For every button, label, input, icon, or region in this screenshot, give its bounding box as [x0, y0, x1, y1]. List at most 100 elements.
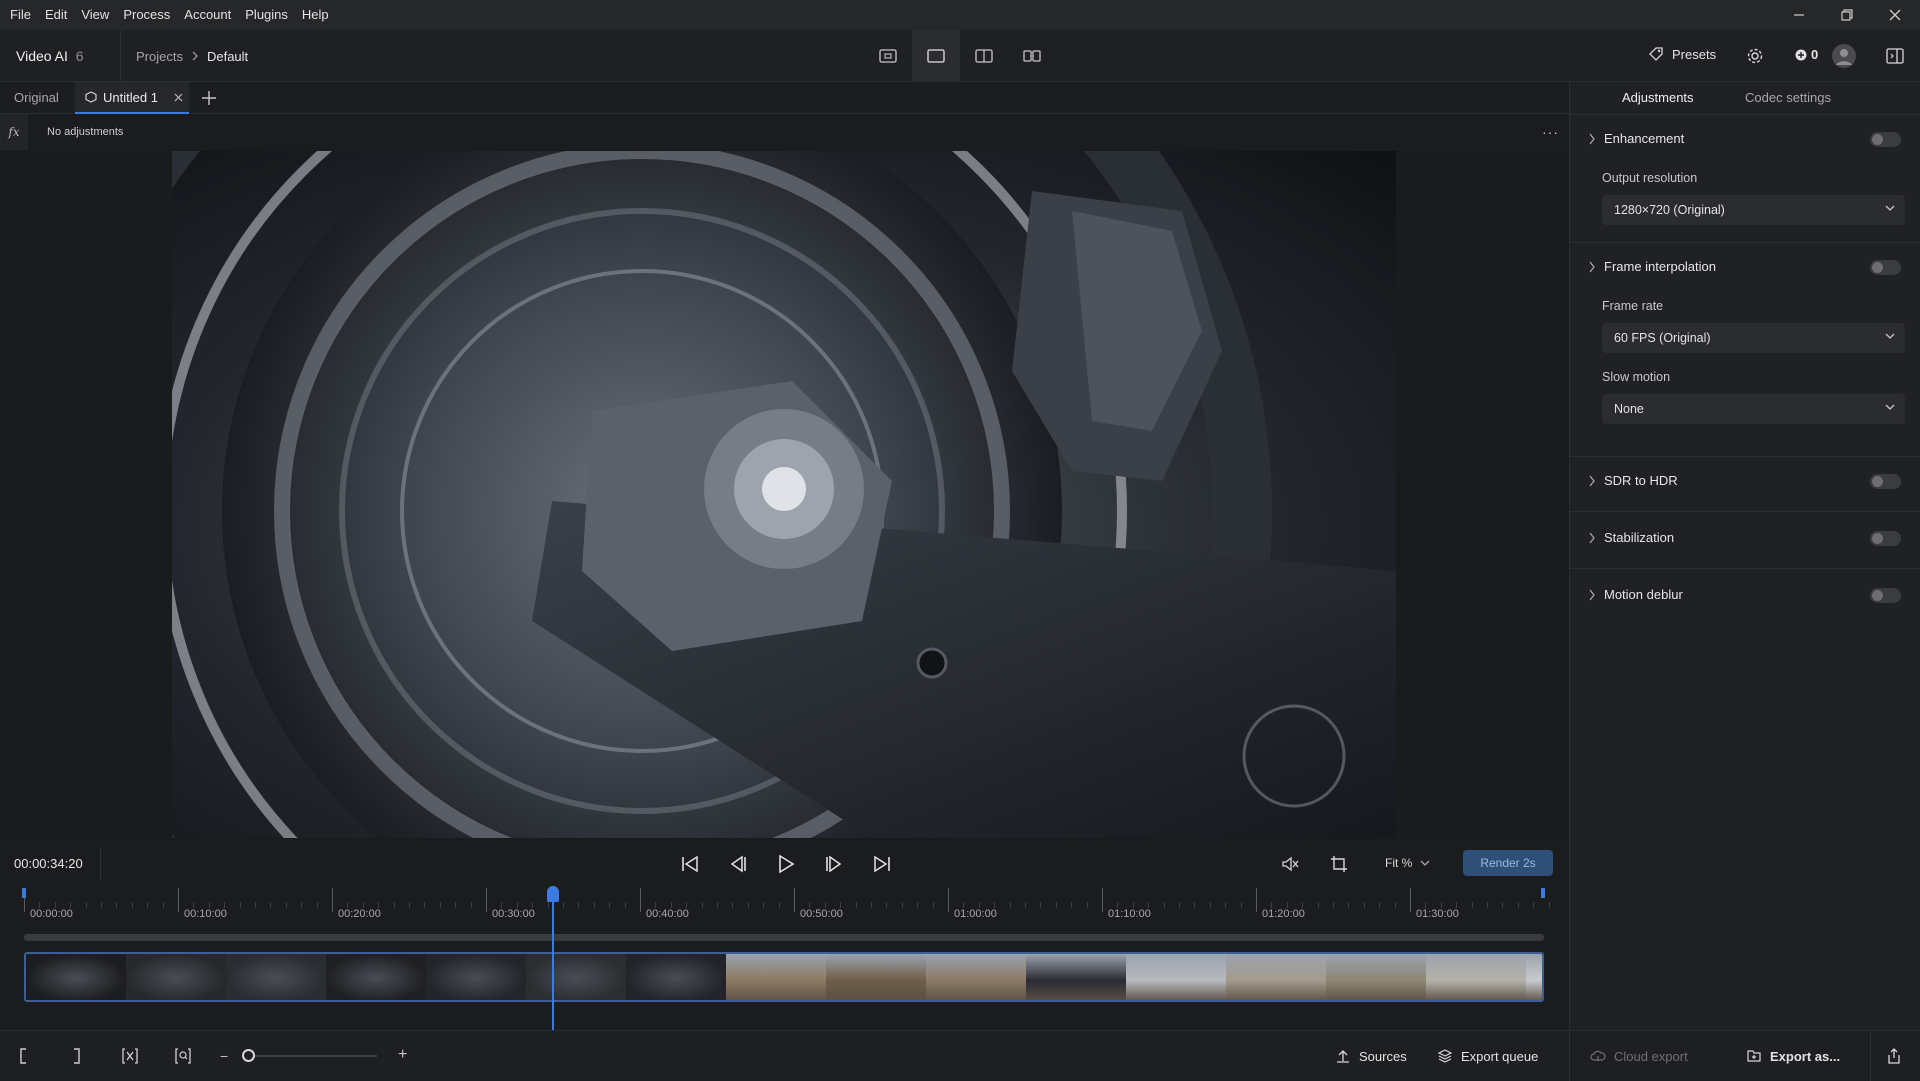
menu-edit[interactable]: Edit: [38, 0, 74, 30]
timeline-tick-label: 01:10:00: [1108, 908, 1151, 920]
timeline-track-bar[interactable]: [24, 934, 1544, 941]
tab-original[interactable]: Original: [14, 82, 59, 114]
filmstrip-thumbnail: [426, 954, 526, 1000]
app-title: Video AI 6: [16, 48, 84, 64]
slow-motion-dropdown[interactable]: None: [1602, 394, 1905, 424]
view-side-by-side-icon[interactable]: [1018, 44, 1046, 68]
timeline-tick-label: 00:40:00: [646, 908, 689, 920]
view-full-icon[interactable]: [912, 30, 960, 82]
view-split-icon[interactable]: [970, 44, 998, 68]
menu-process[interactable]: Process: [116, 0, 177, 30]
timeline-ruler[interactable]: 00:00:00 00:10:00 00:20:00 00:30:00 00:40:00…: [24, 888, 1550, 922]
section-frame-interpolation[interactable]: Frame interpolation: [1570, 247, 1920, 287]
tab-untitled-1[interactable]: Untitled 1: [75, 82, 189, 114]
filmstrip-thumbnail: [1026, 954, 1126, 1000]
gear-icon[interactable]: [1746, 47, 1764, 65]
timeline-minor-tick: [547, 902, 549, 908]
out-marker[interactable]: [1541, 888, 1545, 898]
sdr-to-hdr-toggle[interactable]: [1870, 474, 1901, 489]
restore-icon[interactable]: [1824, 0, 1870, 30]
export-queue-button[interactable]: Export queue: [1437, 1031, 1538, 1081]
step-back-icon[interactable]: [728, 854, 748, 874]
zoom-slider[interactable]: [247, 1055, 377, 1057]
zoom-slider-thumb[interactable]: [242, 1049, 255, 1062]
tab-codec-settings[interactable]: Codec settings: [1745, 82, 1831, 114]
skip-end-icon[interactable]: [872, 854, 892, 874]
zoom-select[interactable]: Fit %: [1385, 856, 1430, 870]
menu-account[interactable]: Account: [177, 0, 238, 30]
video-viewer: [0, 150, 1569, 840]
timeline-tick: [1410, 888, 1411, 912]
section-motion-deblur[interactable]: Motion deblur: [1570, 575, 1920, 615]
menu-file[interactable]: File: [0, 0, 38, 30]
tab-close-icon[interactable]: [174, 93, 183, 102]
timeline-minor-tick: [886, 902, 888, 908]
stabilization-toggle[interactable]: [1870, 531, 1901, 546]
credits-badge[interactable]: 0: [1795, 47, 1818, 62]
cloud-icon: [1590, 1048, 1606, 1064]
output-resolution-dropdown[interactable]: 1280×720 (Original): [1602, 195, 1905, 225]
timeline-minor-tick: [270, 902, 272, 908]
menu-view[interactable]: View: [74, 0, 116, 30]
more-icon[interactable]: ···: [1542, 124, 1559, 140]
close-icon[interactable]: [1872, 0, 1918, 30]
skip-start-icon[interactable]: [680, 854, 700, 874]
playhead[interactable]: [552, 888, 554, 1030]
view-single-icon[interactable]: [874, 44, 902, 68]
clip-filmstrip[interactable]: [24, 952, 1544, 1002]
section-enhancement[interactable]: Enhancement: [1570, 119, 1920, 159]
frame-interpolation-toggle[interactable]: [1870, 260, 1901, 275]
tab-adjustments[interactable]: Adjustments: [1622, 82, 1694, 114]
timeline-tick: [178, 888, 179, 912]
filmstrip-thumbnail: [226, 954, 326, 1000]
zoom-in-icon[interactable]: +: [398, 1046, 407, 1064]
dropdown-value: 1280×720 (Original): [1614, 203, 1725, 217]
chevron-right-icon: [1588, 475, 1596, 487]
zoom-to-fit-icon[interactable]: [174, 1047, 192, 1065]
enhancement-toggle[interactable]: [1870, 132, 1901, 147]
mute-icon[interactable]: [1281, 855, 1299, 873]
timeline-minor-tick: [901, 902, 903, 908]
export-as-button[interactable]: Export as...: [1746, 1031, 1840, 1081]
presets-button[interactable]: Presets: [1648, 46, 1716, 62]
render-button[interactable]: Render 2s: [1463, 850, 1553, 876]
clear-range-icon[interactable]: [121, 1047, 139, 1065]
menu-plugins[interactable]: Plugins: [238, 0, 295, 30]
motion-deblur-toggle[interactable]: [1870, 588, 1901, 603]
section-title: SDR to HDR: [1604, 473, 1678, 488]
timeline-tick-label: 00:30:00: [492, 908, 535, 920]
timeline-minor-tick: [424, 902, 426, 908]
panel-toggle-icon[interactable]: [1886, 47, 1904, 65]
video-frame[interactable]: [172, 151, 1396, 838]
timeline-minor-tick: [778, 902, 780, 908]
fx-icon[interactable]: fx: [0, 114, 28, 150]
credits-icon: [1795, 49, 1807, 61]
timeline-minor-tick: [747, 902, 749, 908]
sources-button[interactable]: Sources: [1335, 1031, 1407, 1081]
menu-help[interactable]: Help: [295, 0, 336, 30]
set-in-point-icon[interactable]: [18, 1047, 28, 1065]
timeline-minor-tick: [732, 902, 734, 908]
timecode[interactable]: 00:00:34:20: [14, 856, 83, 871]
section-sdr-to-hdr[interactable]: SDR to HDR: [1570, 461, 1920, 501]
in-marker[interactable]: [22, 888, 26, 898]
transport-bar: 00:00:34:20 Fit % Render 2s: [0, 840, 1569, 888]
zoom-out-icon[interactable]: −: [220, 1048, 228, 1064]
minimize-icon[interactable]: [1776, 0, 1822, 30]
share-icon[interactable]: [1886, 1047, 1902, 1065]
section-stabilization[interactable]: Stabilization: [1570, 518, 1920, 558]
crop-icon[interactable]: [1330, 855, 1348, 873]
timeline-minor-tick: [1071, 902, 1073, 908]
add-tab-icon[interactable]: [200, 89, 218, 107]
cloud-export-button[interactable]: Cloud export: [1590, 1031, 1688, 1081]
step-forward-icon[interactable]: [824, 854, 844, 874]
chevron-right-icon: [1588, 532, 1596, 544]
playhead-handle[interactable]: [547, 886, 559, 902]
breadcrumb-projects[interactable]: Projects: [136, 49, 183, 64]
play-icon[interactable]: [776, 854, 796, 874]
frame-rate-dropdown[interactable]: 60 FPS (Original): [1602, 323, 1905, 353]
set-out-point-icon[interactable]: [72, 1047, 82, 1065]
chevron-down-icon: [1420, 860, 1430, 867]
timeline-minor-tick: [1025, 902, 1026, 908]
avatar-icon[interactable]: [1832, 44, 1856, 68]
